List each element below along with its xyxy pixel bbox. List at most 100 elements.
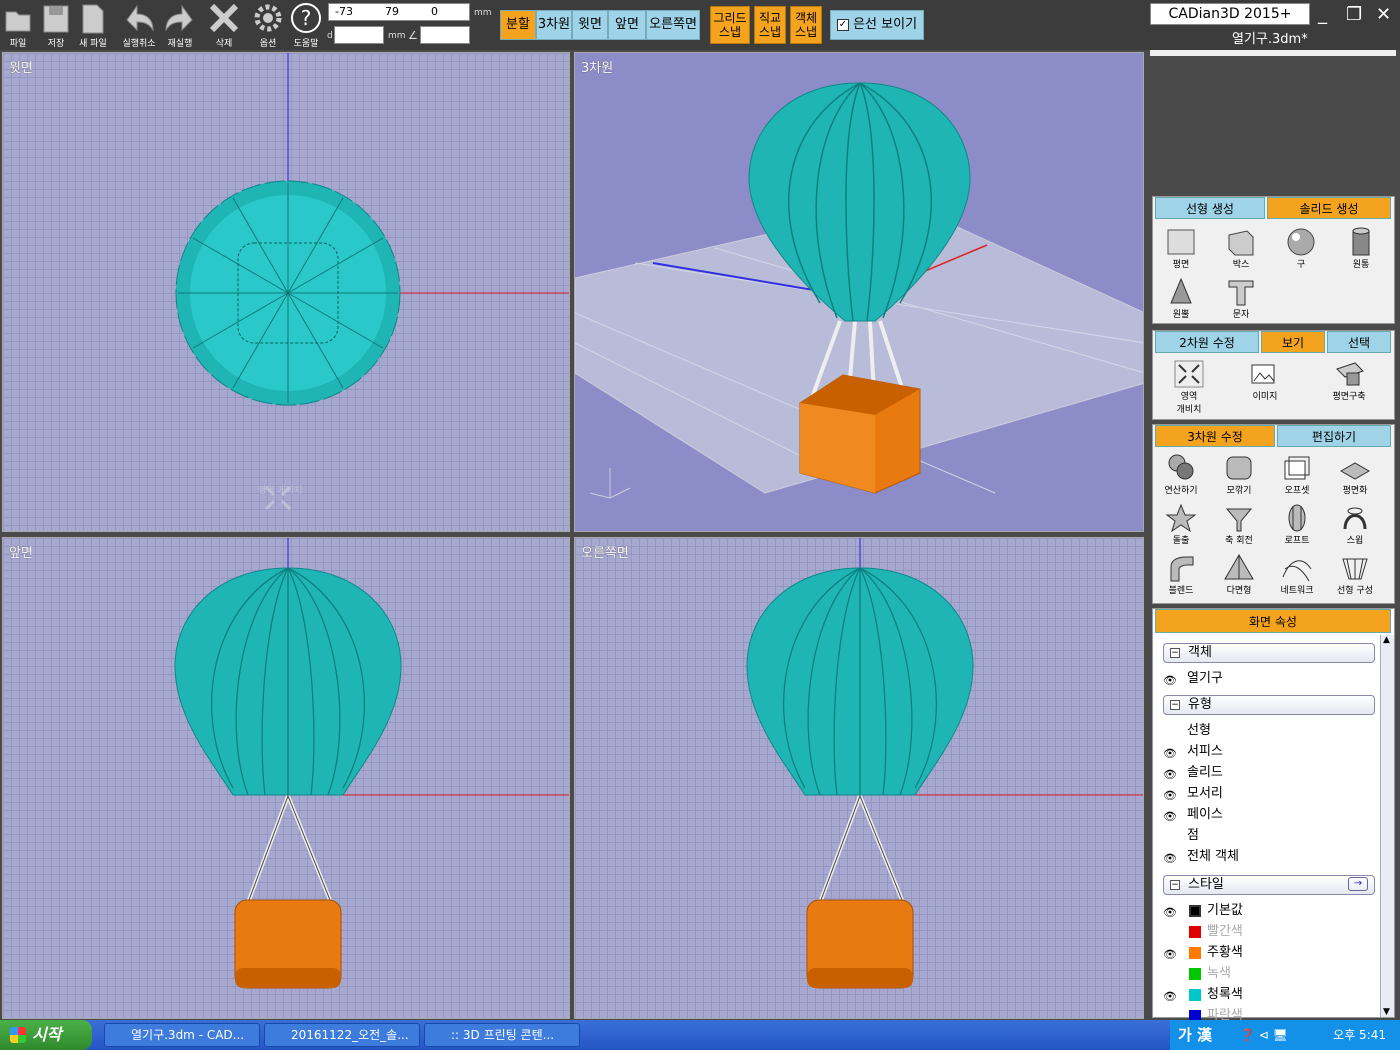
collapse-icon[interactable]: − (1170, 700, 1180, 710)
redo-button[interactable]: 재실행 (162, 2, 198, 49)
section-type[interactable]: − 유형 (1163, 695, 1375, 715)
open-file-button[interactable]: 파일 (2, 2, 34, 49)
collapse-icon[interactable]: − (1170, 880, 1180, 890)
delete-button[interactable]: 삭제 (206, 2, 242, 49)
viewport-top[interactable]: 윗면 영역 개비치 (2, 52, 570, 532)
ortho-snap-button[interactable]: 직교 스냅 (754, 6, 786, 44)
scroll-up-icon[interactable]: ▲ (1383, 635, 1390, 645)
properties-panel: 화면 속성 ▲ ▼ − 객체 👁 열기구 − 유형 선형 👁 서피스 👁 솔리드 👁 모서리 👁 페이… (1152, 608, 1395, 1023)
start-button[interactable]: 시작 (0, 1020, 92, 1050)
offset-tool[interactable]: 오프셋 (1271, 453, 1323, 496)
view-front-button[interactable]: 앞면 (608, 10, 646, 40)
sweep-icon (1343, 507, 1367, 530)
loft-tool[interactable]: 로프트 (1271, 503, 1323, 546)
eye-icon[interactable]: 👁 (1163, 744, 1177, 764)
task-chrome[interactable]: :: 3D 프린팅 콘텐... (424, 1023, 580, 1047)
save-button[interactable]: 저장 (40, 2, 72, 49)
balloon-front-shape (174, 567, 402, 796)
type-row[interactable]: 👁 페이스 (1159, 805, 1387, 825)
distance-input[interactable] (334, 26, 384, 44)
type-row[interactable]: 👁 솔리드 (1159, 763, 1387, 783)
type-row[interactable]: 👁 모서리 (1159, 784, 1387, 804)
construction-plane-tool[interactable]: 평면구축 (1323, 359, 1375, 402)
text-tool[interactable]: 문자 (1215, 277, 1267, 320)
minimize-icon[interactable]: _ (1318, 4, 1327, 25)
style-row[interactable]: 👁 주황색 (1159, 943, 1387, 963)
viewport-3d[interactable]: 3차원 (574, 52, 1144, 532)
sphere-tool[interactable]: 구 (1275, 227, 1327, 270)
cone-tool[interactable]: 원뿔 (1155, 277, 1207, 320)
plane-tool[interactable]: 평면 (1155, 227, 1207, 270)
tab-editing[interactable]: 편집하기 (1277, 425, 1391, 447)
revolve-tool[interactable]: 축 회전 (1213, 503, 1265, 546)
cylinder-tool[interactable]: 원통 (1335, 227, 1387, 270)
boolean-tool[interactable]: 연산하기 (1155, 453, 1207, 496)
eye-icon[interactable]: 👁 (1163, 849, 1177, 869)
tab-2d-edit[interactable]: 2차원 수정 (1155, 331, 1259, 353)
view-right-button[interactable]: 오른쪽면 (646, 10, 700, 40)
task-folder[interactable]: 20161122_오전_솔... (264, 1023, 420, 1047)
ime-indicator[interactable]: 가 漢 (1178, 1020, 1212, 1050)
image-icon (1251, 364, 1275, 384)
hidden-line-toggle[interactable]: ✓ 은선 보이기 (830, 10, 924, 40)
angle-input[interactable] (420, 26, 470, 44)
help-button[interactable]: ? 도움말 (288, 2, 324, 49)
eye-icon[interactable]: 👁 (1163, 765, 1177, 785)
extrude-tool[interactable]: 돌출 (1155, 503, 1207, 546)
tab-select[interactable]: 선택 (1327, 331, 1391, 353)
blend-tool[interactable]: 블렌드 (1155, 553, 1207, 596)
sweep-tool[interactable]: 스윕 (1329, 503, 1381, 546)
style-row[interactable]: 👁 청록색 (1159, 985, 1387, 1005)
section-object[interactable]: − 객체 (1163, 643, 1375, 663)
fillet-tool[interactable]: 모깎기 (1213, 453, 1265, 496)
type-row[interactable]: 👁 전체 객체 (1159, 847, 1387, 867)
line-construct-tool[interactable]: 선형 구성 (1329, 553, 1381, 596)
redo-icon (165, 4, 193, 32)
eye-icon[interactable]: 👁 (1163, 807, 1177, 827)
polyhedron-tool[interactable]: 다면형 (1213, 553, 1265, 596)
undo-button[interactable]: 실행취소 (118, 2, 160, 49)
eye-icon[interactable]: 👁 (1163, 671, 1177, 691)
view-split-button[interactable]: 분할 (500, 10, 536, 40)
section-style[interactable]: − 스타일 → (1163, 875, 1375, 895)
box-tool[interactable]: 박스 (1215, 227, 1267, 270)
object-snap-button[interactable]: 객체 스냅 (790, 6, 822, 44)
new-file-button[interactable]: 새 파일 (76, 2, 110, 49)
eye-icon[interactable]: 👁 (1163, 903, 1177, 923)
type-row[interactable]: 점 (1159, 826, 1387, 846)
tab-3d-edit[interactable]: 3차원 수정 (1155, 425, 1275, 447)
tab-view[interactable]: 보기 (1261, 331, 1325, 353)
viewport-right[interactable]: 오른쪽면 (574, 537, 1144, 1019)
view-3d-button[interactable]: 3차원 (536, 10, 572, 40)
flatten-tool[interactable]: 평면화 (1329, 453, 1381, 496)
coord-y-value: 79 (385, 5, 399, 18)
right-view-drawing (746, 538, 1143, 989)
image-tool[interactable]: 이미지 (1239, 359, 1291, 402)
type-row[interactable]: 👁 서피스 (1159, 742, 1387, 762)
tab-solid-create[interactable]: 솔리드 생성 (1267, 197, 1391, 219)
close-icon[interactable]: ✕ (1376, 4, 1391, 25)
tab-line-create[interactable]: 선형 생성 (1155, 197, 1265, 219)
style-row[interactable]: 녹색 (1159, 964, 1387, 984)
tray-icons[interactable]: ❓ ⊲ 🖥 (1240, 1020, 1288, 1050)
zoom-area-icon (1174, 360, 1204, 388)
hidden-line-checkbox[interactable]: ✓ (836, 18, 849, 31)
restore-icon[interactable]: ❐ (1346, 4, 1362, 25)
arrow-right-icon[interactable]: → (1348, 877, 1368, 891)
style-row[interactable]: 빨간색 (1159, 922, 1387, 942)
options-button[interactable]: 옵션 (250, 2, 286, 49)
network-tool[interactable]: 네트워크 (1271, 553, 1323, 596)
task-cadian[interactable]: 열기구.3dm - CAD... (104, 1023, 260, 1047)
view-top-button[interactable]: 윗면 (572, 10, 608, 40)
eye-icon[interactable]: 👁 (1163, 945, 1177, 965)
coordinate-input[interactable]: -73 79 0 (328, 3, 470, 21)
eye-icon[interactable]: 👁 (1163, 786, 1177, 806)
grid-snap-button[interactable]: 그리드 스냅 (710, 6, 750, 44)
object-row[interactable]: 👁 열기구 (1159, 669, 1387, 689)
zoom-area-tool[interactable]: 영역 개비치 (1163, 359, 1215, 415)
collapse-icon[interactable]: − (1170, 648, 1180, 658)
style-row[interactable]: 👁 기본값 (1159, 901, 1387, 921)
viewport-front[interactable]: 앞면 (2, 537, 570, 1019)
type-row[interactable]: 선형 (1159, 721, 1387, 741)
eye-icon[interactable]: 👁 (1163, 987, 1177, 1007)
